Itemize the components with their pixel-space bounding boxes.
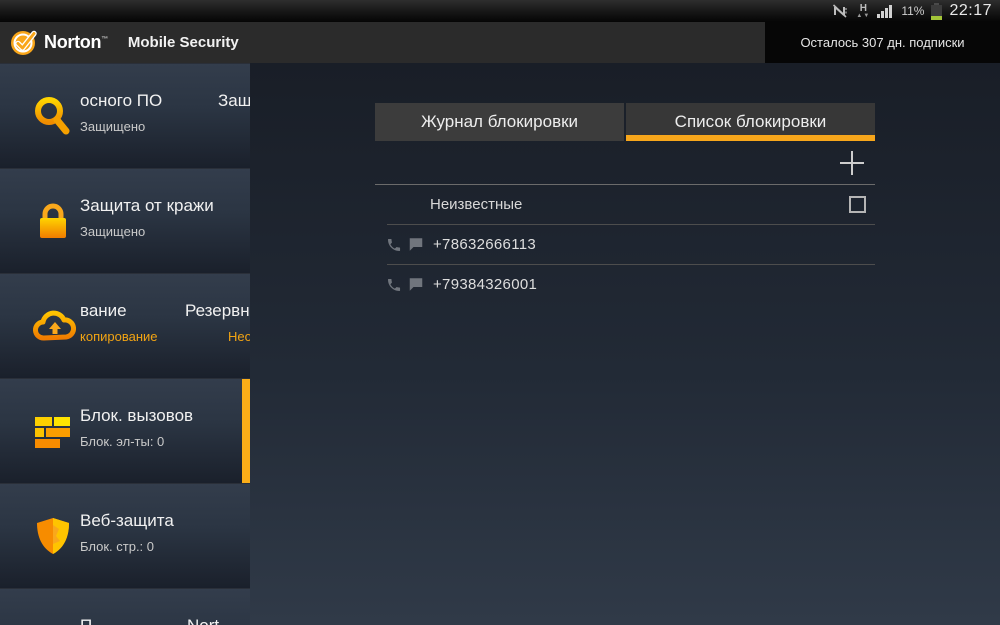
sms-icon (409, 278, 423, 291)
sidebar-item-subtitle: Защищено (80, 224, 146, 239)
silent-mode-icon (833, 4, 849, 18)
clock: 22:17 (949, 2, 992, 19)
magnifier-icon (32, 95, 74, 137)
status-bar: H ▲▼ 11% 22:17 (0, 0, 1000, 22)
sidebar-item-title: Веб-защита (80, 511, 174, 530)
blocked-number: +78632666113 (433, 236, 537, 253)
entry-icons (386, 277, 424, 293)
battery-icon (931, 2, 943, 20)
unknown-callers-row[interactable]: Неизвестные (375, 185, 875, 224)
shield-icon (32, 515, 74, 557)
blocked-number: +79384326001 (433, 276, 538, 293)
sidebar-item-title: вание Резервн (80, 301, 250, 320)
firewall-icon (32, 410, 74, 452)
unknown-callers-label: Неизвестные (430, 196, 523, 213)
entry-icons (386, 237, 424, 253)
tab-block-list[interactable]: Список блокировки (626, 103, 875, 141)
subscription-status: Осталось 307 дн. подписки (765, 22, 1000, 63)
sidebar-item-backup[interactable]: вание Резервн копирование Нео (0, 273, 250, 378)
app-header: Norton™ Mobile Security Осталось 307 дн.… (0, 22, 1000, 63)
add-entry-button[interactable] (829, 143, 875, 183)
sidebar-item-title: ПNort (80, 616, 250, 625)
sidebar-item-subtitle: копирование Нео (80, 329, 250, 344)
lock-icon (32, 200, 74, 242)
sidebar-item-web-protection[interactable]: Веб-защита Блок. стр.: 0 (0, 483, 250, 588)
main-content: Журнал блокировки Список блокировки Неиз… (250, 63, 1000, 625)
sidebar-item-title: Защита от кражи (80, 196, 214, 215)
sidebar-item-subtitle: Защищено (80, 119, 146, 134)
norton-logo: Norton™ (0, 29, 108, 57)
brand-name: Norton™ (44, 32, 108, 52)
unknown-callers-checkbox[interactable] (849, 196, 866, 213)
blocked-number-row[interactable]: +79384326001 (375, 265, 875, 304)
tab-bar: Журнал блокировки Список блокировки (375, 103, 875, 141)
selected-indicator (242, 379, 250, 483)
app-title: Mobile Security (127, 34, 239, 51)
phone-icon (388, 278, 401, 291)
sidebar: осного ПО Защ Защищено Защита от кражи За… (0, 63, 250, 625)
sidebar-item-app-advisor[interactable]: ПNort (0, 588, 250, 625)
sidebar-item-antimalware[interactable]: осного ПО Защ Защищено (0, 63, 250, 168)
sms-icon (409, 238, 423, 251)
battery-percent: 11% (901, 4, 925, 18)
tab-block-log[interactable]: Журнал блокировки (375, 103, 624, 141)
sidebar-item-antitheft[interactable]: Защита от кражи Защищено (0, 168, 250, 273)
sidebar-item-call-blocking[interactable]: Блок. вызовов Блок. эл-ты: 0 (0, 378, 250, 483)
cloud-backup-icon (32, 305, 76, 347)
phone-icon (388, 238, 401, 251)
sidebar-item-subtitle: Блок. стр.: 0 (80, 539, 155, 554)
sidebar-item-subtitle: Блок. эл-ты: 0 (80, 434, 165, 449)
sidebar-item-title: Блок. вызовов (80, 406, 194, 425)
add-row (375, 141, 875, 184)
call-blocking-panel: Журнал блокировки Список блокировки Неиз… (375, 103, 875, 304)
blocked-number-row[interactable]: +78632666113 (375, 225, 875, 264)
sidebar-item-title: осного ПО Защ (80, 91, 250, 110)
signal-strength-icon (877, 4, 894, 18)
hspa-network-icon: H ▲▼ (856, 2, 871, 19)
